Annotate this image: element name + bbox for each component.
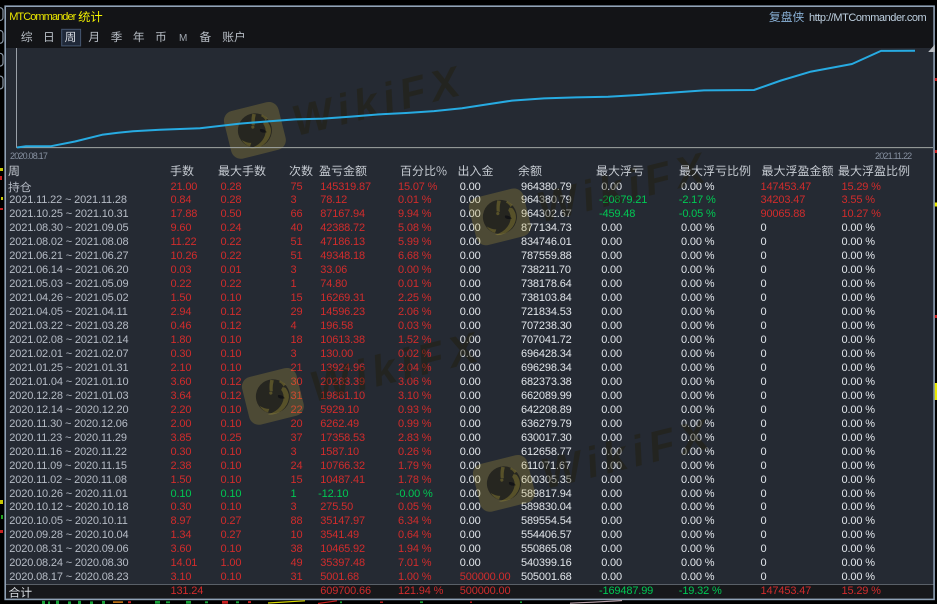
svg-text:M: M bbox=[179, 33, 187, 44]
